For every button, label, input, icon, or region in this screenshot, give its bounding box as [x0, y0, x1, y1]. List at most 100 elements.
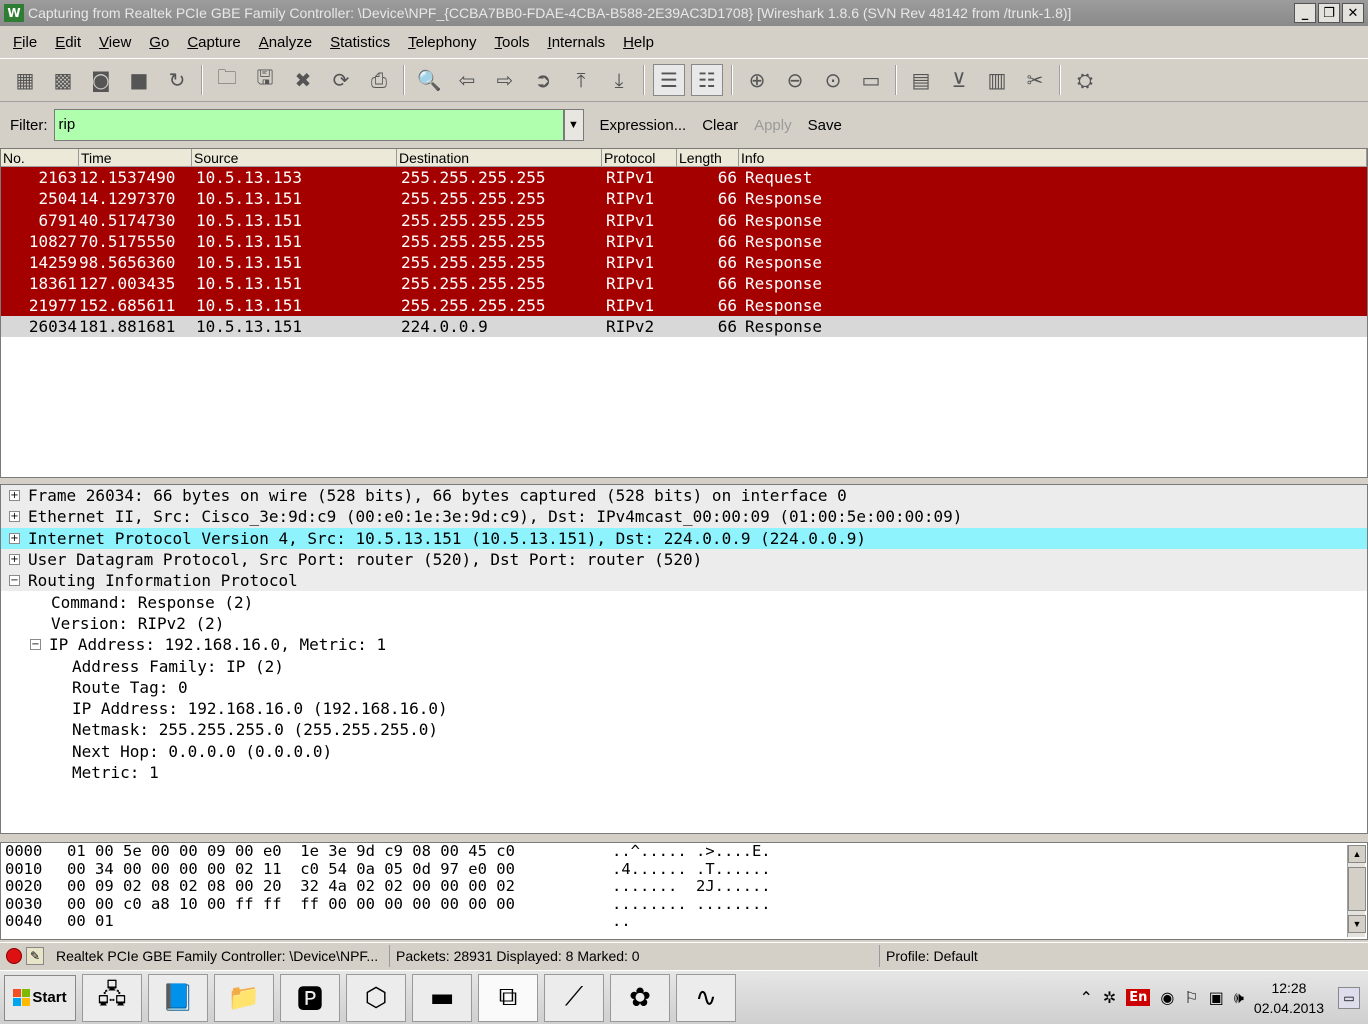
packet-row[interactable]: 10827 70.5175550 10.5.13.151 255.255.255.25…: [1, 230, 1367, 253]
resize-columns-icon[interactable]: ▭: [855, 64, 887, 96]
detail-row[interactable]: Command: Response (2): [1, 591, 1367, 612]
zoom-normal-icon[interactable]: ⊙: [817, 64, 849, 96]
acrobat-app-icon[interactable]: ⧉: [478, 973, 538, 1022]
bytes-scrollbar[interactable]: ▲ ▼: [1347, 845, 1366, 937]
hex-bytes[interactable]: 01 00 5e 00 00 09 00 e0 1e 3e 9d c9 08 0…: [67, 843, 612, 861]
menu-capture[interactable]: Capture: [178, 34, 249, 51]
interface-list-icon[interactable]: ▦: [9, 64, 41, 96]
packet-row[interactable]: 2163 12.1537490 10.5.13.153 255.255.255.255…: [1, 167, 1367, 189]
hex-bytes[interactable]: 00 09 02 08 02 08 00 20 32 4a 02 02 00 0…: [67, 878, 612, 896]
find-packet-icon[interactable]: 🔍: [413, 64, 445, 96]
language-indicator[interactable]: En: [1126, 989, 1151, 1006]
packet-row[interactable]: 18361 127.003435 10.5.13.151 255.255.255.25…: [1, 273, 1367, 295]
show-desktop-button[interactable]: ▭: [1338, 986, 1360, 1009]
packet-row[interactable]: 21977 152.685611 10.5.13.151 255.255.255.25…: [1, 294, 1367, 317]
column-header-protocol[interactable]: Protocol: [602, 149, 677, 166]
edit-comment-icon[interactable]: ✎: [26, 946, 44, 965]
packet-bytes-pane[interactable]: 0000 01 00 5e 00 00 09 00 e0 1e 3e 9d c9 …: [0, 842, 1368, 940]
hex-row[interactable]: 0030 00 00 c0 a8 10 00 ff ff ff 00 00 00 …: [1, 895, 1367, 914]
menu-analyze[interactable]: Analyze: [250, 34, 321, 51]
packet-row[interactable]: 2504 14.1297370 10.5.13.151 255.255.255.255…: [1, 188, 1367, 210]
clock[interactable]: 12:28 02.04.2013: [1254, 978, 1324, 1018]
filter-input[interactable]: rip: [53, 109, 564, 141]
status-profile[interactable]: Profile: Default: [880, 945, 1368, 967]
hex-ascii[interactable]: ..: [612, 913, 1367, 931]
scroll-up-button[interactable]: ▲: [1348, 845, 1366, 863]
cable-app-icon[interactable]: ⟋: [544, 973, 604, 1022]
expand-icon[interactable]: +: [9, 554, 20, 566]
save-button[interactable]: Save: [808, 117, 842, 134]
go-last-icon[interactable]: ⤓: [603, 64, 635, 96]
restart-capture-icon[interactable]: ↻: [161, 64, 193, 96]
reload-icon[interactable]: ⟳: [325, 64, 357, 96]
menu-telephony[interactable]: Telephony: [399, 34, 485, 51]
detail-row[interactable]: Metric: 1: [1, 762, 1367, 783]
detail-row[interactable]: Next Hop: 0.0.0.0 (0.0.0.0): [1, 741, 1367, 762]
hex-row[interactable]: 0040 00 01..: [1, 913, 1367, 931]
go-to-packet-icon[interactable]: ➲: [527, 64, 559, 96]
menu-tools[interactable]: Tools: [486, 34, 539, 51]
detail-row[interactable]: + User Datagram Protocol, Src Port: route…: [1, 548, 1367, 571]
column-header-source[interactable]: Source: [192, 149, 397, 166]
close-file-icon[interactable]: ✖: [287, 64, 319, 96]
coloring-rules-icon[interactable]: ▥: [981, 64, 1013, 96]
detail-row[interactable]: + Ethernet II, Src: Cisco_3e:9d:c9 (00:e0…: [1, 506, 1367, 528]
column-header-length[interactable]: Length: [677, 149, 739, 166]
detail-row[interactable]: IP Address: 192.168.16.0 (192.168.16.0): [1, 698, 1367, 719]
save-file-icon[interactable]: 🖫: [249, 64, 281, 96]
detail-row[interactable]: − IP Address: 192.168.16.0, Metric: 1: [1, 634, 1367, 655]
restore-button[interactable]: ❐: [1318, 3, 1340, 23]
hex-row[interactable]: 0010 00 34 00 00 00 00 02 11 c0 54 0a 05 …: [1, 860, 1367, 879]
cmd-app-icon[interactable]: ▬: [412, 973, 472, 1022]
powerpoint-app-icon[interactable]: 🅿: [280, 973, 340, 1022]
expand-icon[interactable]: +: [9, 532, 20, 544]
zoom-in-icon[interactable]: ⊕: [741, 64, 773, 96]
tray-volume-icon[interactable]: 🕪: [1234, 988, 1244, 1008]
preferences-icon[interactable]: ✂: [1019, 64, 1051, 96]
help-icon[interactable]: ⛭: [1069, 64, 1101, 96]
collapse-icon[interactable]: −: [9, 575, 20, 587]
column-header-no[interactable]: No.: [1, 149, 79, 166]
hex-ascii[interactable]: ........ ........: [612, 895, 1367, 914]
expand-icon[interactable]: +: [9, 490, 20, 502]
packet-row[interactable]: 6791 40.5174730 10.5.13.151 255.255.255.255…: [1, 209, 1367, 231]
detail-row[interactable]: Version: RIPv2 (2): [1, 613, 1367, 634]
detail-row[interactable]: Address Family: IP (2): [1, 655, 1367, 676]
print-icon[interactable]: ⎙: [363, 64, 395, 96]
go-back-icon[interactable]: ⇦: [451, 64, 483, 96]
column-header-destination[interactable]: Destination: [397, 149, 602, 166]
detail-row[interactable]: + Frame 26034: 66 bytes on wire (528 bits…: [1, 485, 1367, 507]
column-header-info[interactable]: Info: [739, 149, 1367, 166]
apply-button[interactable]: Apply: [754, 117, 792, 134]
collapse-icon[interactable]: −: [30, 639, 41, 651]
menu-view[interactable]: View: [90, 34, 140, 51]
menu-go[interactable]: Go: [140, 34, 178, 51]
filter-dropdown-button[interactable]: ▼: [563, 109, 584, 141]
expression-button[interactable]: Expression...: [600, 117, 687, 134]
virtualbox-app-icon[interactable]: ⬡: [346, 973, 406, 1022]
capture-options-icon[interactable]: ▩: [47, 64, 79, 96]
hex-ascii[interactable]: ....... 2J......: [612, 878, 1367, 896]
explorer-app-icon[interactable]: 📁: [214, 973, 274, 1022]
capture-filters-icon[interactable]: ▤: [905, 64, 937, 96]
tray-flag-icon[interactable]: ⚐: [1184, 988, 1198, 1007]
packet-list[interactable]: No. Time Source Destination Protocol Len…: [0, 148, 1368, 478]
display-filters-icon[interactable]: ⊻: [943, 64, 975, 96]
expand-icon[interactable]: +: [9, 511, 20, 523]
minimize-button[interactable]: _: [1294, 3, 1316, 23]
tray-expand-icon[interactable]: ⌃: [1079, 988, 1092, 1007]
close-button[interactable]: ✕: [1342, 3, 1364, 23]
hex-bytes[interactable]: 00 01: [67, 913, 612, 931]
zoom-out-icon[interactable]: ⊖: [779, 64, 811, 96]
colorize-icon[interactable]: ☰: [653, 64, 685, 96]
detail-row[interactable]: + Internet Protocol Version 4, Src: 10.5.…: [1, 527, 1367, 549]
notes-app-icon[interactable]: 📘: [148, 973, 208, 1022]
packet-details-pane[interactable]: + Frame 26034: 66 bytes on wire (528 bits…: [0, 484, 1368, 834]
go-first-icon[interactable]: ⤒: [565, 64, 597, 96]
hex-bytes[interactable]: 00 34 00 00 00 00 02 11 c0 54 0a 05 0d 9…: [67, 860, 612, 879]
detail-row[interactable]: Netmask: 255.255.255.0 (255.255.255.0): [1, 719, 1367, 740]
stop-capture-icon[interactable]: ■: [123, 64, 155, 96]
start-button[interactable]: Start: [4, 974, 76, 1021]
hex-bytes[interactable]: 00 00 c0 a8 10 00 ff ff ff 00 00 00 00 0…: [67, 895, 612, 914]
hex-row[interactable]: 0000 01 00 5e 00 00 09 00 e0 1e 3e 9d c9 …: [1, 843, 1367, 861]
